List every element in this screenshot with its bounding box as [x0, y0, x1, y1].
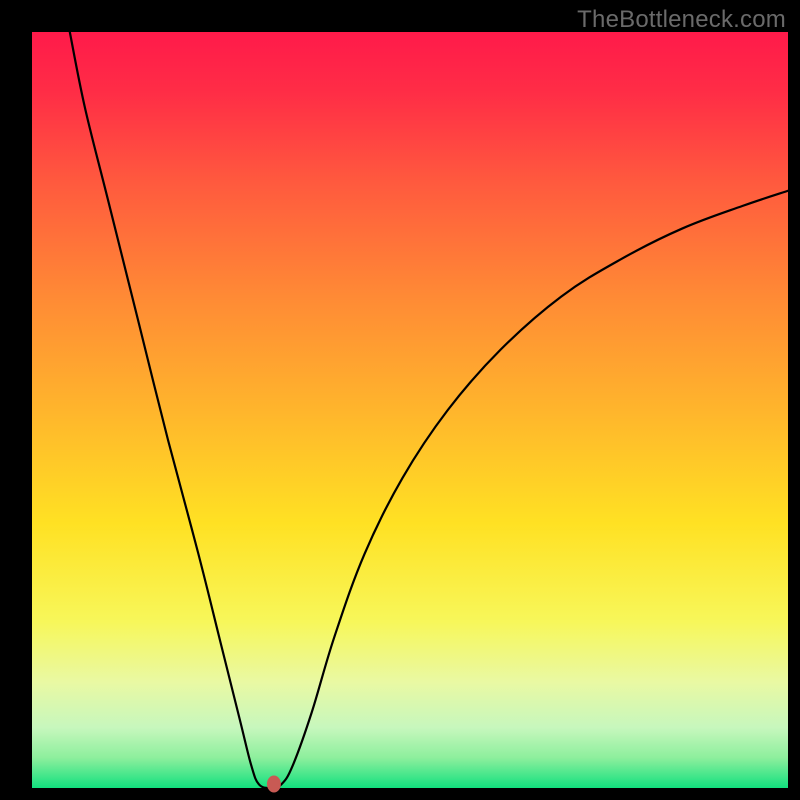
watermark-label: TheBottleneck.com [577, 6, 786, 34]
optimal-point-marker [267, 776, 281, 793]
chart-plot [0, 0, 800, 800]
chart-gradient-background [32, 32, 788, 788]
bottleneck-chart: TheBottleneck.com [0, 0, 800, 800]
